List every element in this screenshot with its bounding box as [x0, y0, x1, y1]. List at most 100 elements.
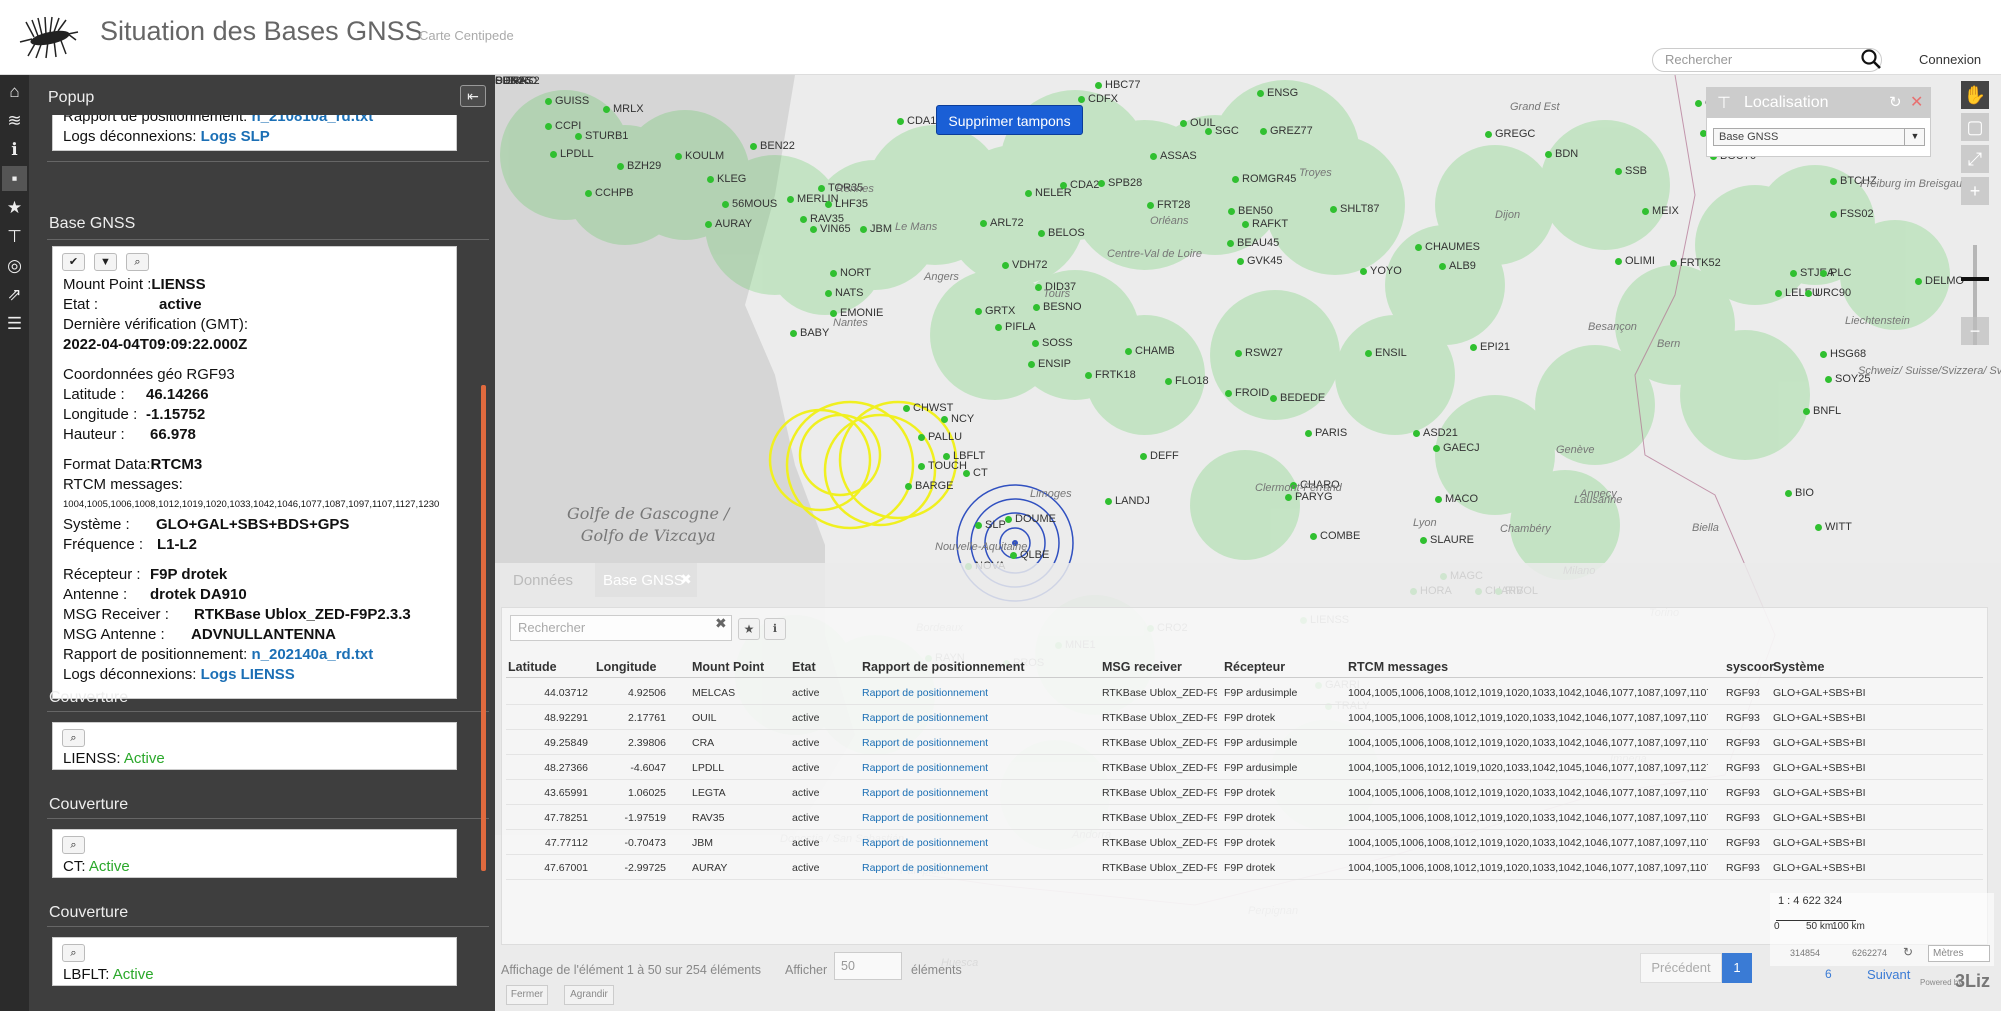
gnss-station-marker[interactable]: BELOS	[1038, 227, 1085, 239]
table-row[interactable]: 48.27366 -4.6047 LPDLL active Rapport de pos…	[506, 755, 1983, 780]
search-input[interactable]: Rechercher	[1652, 48, 1882, 72]
gnss-station-marker[interactable]: ENSIP	[1027, 358, 1071, 370]
popup-content[interactable]: Rapport de positionnement: n_210810a_rd.…	[29, 115, 495, 1011]
gnss-station-marker[interactable]: BEN22	[750, 140, 795, 152]
gnss-station-marker[interactable]: BDN	[1544, 148, 1578, 160]
home-icon[interactable]: ⌂	[2, 79, 27, 104]
pagination-page[interactable]: 1	[1722, 953, 1752, 983]
gnss-station-marker[interactable]: VIN65	[810, 223, 851, 235]
gnss-station-marker[interactable]: CCHPB	[585, 187, 634, 199]
clear-icon[interactable]: ✖	[715, 615, 727, 632]
gnss-station-marker[interactable]: SLAURE	[1419, 534, 1474, 546]
gnss-station-marker[interactable]: RAFKT	[1241, 218, 1288, 230]
signpost-icon[interactable]: ⊤	[2, 224, 27, 249]
gnss-station-marker[interactable]: ENSG	[1256, 87, 1298, 99]
popup-scrollbar[interactable]	[481, 385, 486, 871]
table-row[interactable]: 49.25849 2.39806 CRA active Rapport de posit…	[506, 730, 1983, 755]
gnss-station-marker[interactable]: ARL72	[980, 217, 1024, 229]
gnss-station-marker[interactable]: OLIMI	[1615, 255, 1655, 267]
localisation-select[interactable]: Base GNSS	[1713, 128, 1925, 146]
logs-link[interactable]: Logs LIENSS	[201, 666, 295, 683]
zoom-icon[interactable]: ⌕	[62, 729, 85, 747]
column-header[interactable]: Mount Point	[692, 660, 764, 674]
gnss-station-marker[interactable]: MEIX	[1642, 205, 1679, 217]
map-canvas[interactable]: Golfe de Gascogne / Golfo de Vizcaya GUI…	[495, 75, 2001, 1011]
login-link[interactable]: Connexion	[1919, 52, 1981, 67]
gnss-station-marker[interactable]: SD84	[495, 75, 523, 87]
gnss-station-marker[interactable]: ALB9	[1439, 260, 1476, 272]
gnss-station-marker[interactable]: ASSAS	[1150, 150, 1197, 162]
list-icon[interactable]: ☰	[2, 311, 27, 336]
gnss-station-marker[interactable]: SPB28	[1097, 177, 1142, 189]
table-row[interactable]: 48.92291 2.17761 OUIL active Rapport de posi…	[506, 705, 1983, 730]
gnss-station-marker[interactable]: CCPI	[544, 120, 581, 132]
star-icon[interactable]: ★	[738, 618, 760, 640]
gnss-station-marker[interactable]: ROMGR45	[1231, 173, 1296, 185]
gnss-station-marker[interactable]: CDA2	[1059, 179, 1099, 191]
popup-collapse-button[interactable]: ⇤	[460, 85, 486, 107]
table-cell[interactable]: Rapport de positionnement	[862, 762, 1092, 774]
gnss-station-marker[interactable]: CHAUMES	[1414, 241, 1480, 253]
gnss-station-marker[interactable]: NCY	[940, 413, 974, 425]
gnss-station-marker[interactable]: NORT	[830, 267, 871, 279]
gnss-station-marker[interactable]: MERLIN	[787, 193, 839, 205]
gnss-station-marker[interactable]: HBC77	[1094, 79, 1140, 91]
select-check-icon[interactable]: ✔	[62, 253, 85, 271]
gnss-station-marker[interactable]: BZH29	[616, 160, 661, 172]
page-length-select[interactable]: 50	[834, 952, 902, 980]
gnss-station-marker[interactable]: LANDJ	[1105, 495, 1150, 507]
table-row[interactable]: 44.03712 4.92506 MELCAS active Rapport de po…	[506, 680, 1983, 705]
gnss-station-marker[interactable]: PLC	[1819, 267, 1851, 279]
info-icon[interactable]: ℹ	[2, 137, 27, 162]
pagination-next[interactable]: Suivant	[1867, 967, 1910, 982]
share-icon[interactable]: ⇗	[2, 282, 27, 307]
gnss-station-marker[interactable]: CDA1	[896, 115, 936, 127]
prev-report-link[interactable]: n_210810a_rd.txt	[251, 115, 373, 125]
close-icon[interactable]: ✕	[1910, 92, 1923, 112]
gnss-station-marker[interactable]: STURB1	[574, 130, 628, 142]
gnss-station-marker[interactable]: HSG68	[1819, 348, 1866, 360]
zoom-slider-handle[interactable]	[1961, 277, 1989, 281]
delete-buffers-button[interactable]: Supprimer tampons	[936, 105, 1083, 135]
column-header[interactable]: MSG receiver	[1102, 660, 1182, 674]
pagination-page[interactable]: 6	[1825, 967, 1832, 981]
gnss-station-marker[interactable]: PIFLA	[995, 321, 1036, 333]
gnss-station-marker[interactable]: WITT	[1815, 521, 1852, 533]
gnss-station-marker[interactable]: GUISS	[544, 95, 589, 107]
gnss-station-marker[interactable]: BABY	[789, 327, 829, 339]
gnss-station-marker[interactable]: DOUME	[1005, 513, 1056, 525]
layers-icon[interactable]: ≋	[2, 108, 27, 133]
comment-icon[interactable]: ▪	[2, 166, 27, 191]
report-link[interactable]: n_202140a_rd.txt	[251, 646, 373, 663]
pan-hand-icon[interactable]: ✋	[1961, 81, 1989, 109]
gnss-station-marker[interactable]: ASD21	[1413, 427, 1458, 439]
gnss-station-marker[interactable]: VDH72	[1001, 259, 1047, 271]
gnss-station-marker[interactable]: BIO	[1785, 487, 1814, 499]
gnss-station-marker[interactable]: LBFLT	[942, 450, 985, 462]
enlarge-panel-button[interactable]: Agrandir	[564, 985, 614, 1005]
table-search-input[interactable]: Rechercher	[510, 615, 732, 641]
gnss-station-marker[interactable]: MRLX	[603, 103, 644, 115]
gnss-station-marker[interactable]: MACO	[1435, 493, 1478, 505]
tab-base-gnss[interactable]: Base GNSS ✖	[595, 563, 697, 597]
zoom-icon[interactable]: ⌕	[62, 944, 85, 962]
table-cell[interactable]: Rapport de positionnement	[862, 712, 1092, 724]
gnss-station-marker[interactable]: AURAY	[704, 218, 752, 230]
table-row[interactable]: 47.67001 -2.99725 AURAY active Rapport de po…	[506, 855, 1983, 880]
zoom-out-icon[interactable]: −	[1961, 317, 1989, 345]
gnss-station-marker[interactable]: BESNO	[1033, 301, 1082, 313]
zoom-icon[interactable]: ⌕	[62, 836, 85, 854]
gnss-station-marker[interactable]: BEDEDE	[1269, 392, 1325, 404]
gnss-station-marker[interactable]: FSS02	[1830, 208, 1874, 220]
gnss-station-marker[interactable]: CHWST	[902, 402, 953, 414]
gnss-station-marker[interactable]: FROID	[1224, 387, 1269, 399]
chevron-down-icon[interactable]: ▼	[1904, 128, 1925, 146]
gnss-station-marker[interactable]: FRTK18	[1085, 369, 1136, 381]
info-icon[interactable]: ℹ	[764, 618, 786, 640]
gnss-station-marker[interactable]: SHLT87	[1330, 203, 1380, 215]
column-header[interactable]: Rapport de positionnement	[862, 660, 1025, 674]
column-header[interactable]: Récepteur	[1224, 660, 1285, 674]
gnss-station-marker[interactable]: ENSIL	[1365, 347, 1407, 359]
gnss-station-marker[interactable]: SGC	[1205, 125, 1239, 137]
gnss-station-marker[interactable]: LPDLL	[550, 148, 594, 160]
